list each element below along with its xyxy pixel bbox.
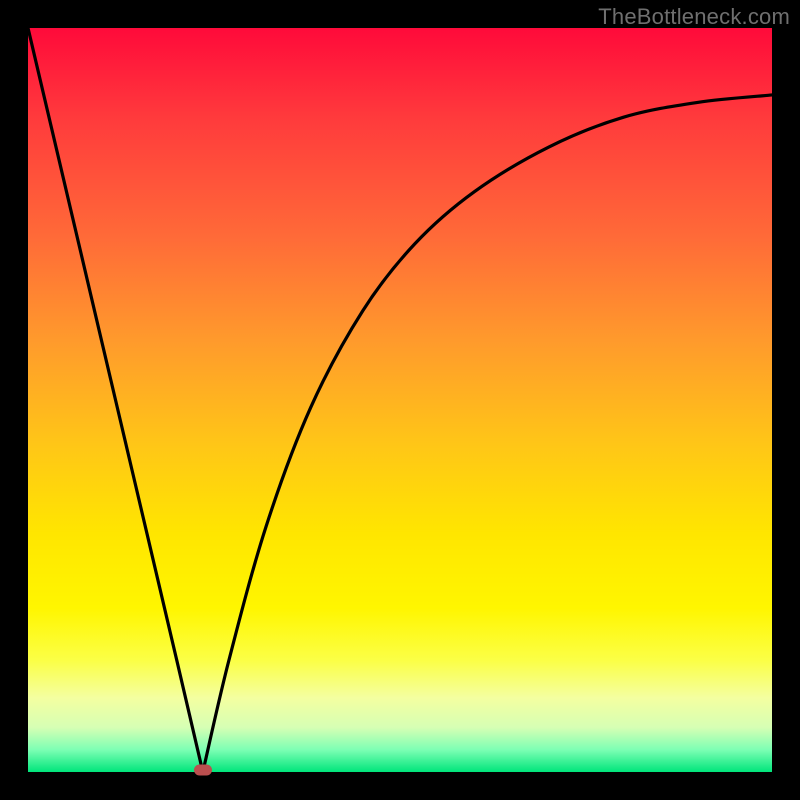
chart-frame: TheBottleneck.com: [0, 0, 800, 800]
bottleneck-curve: [28, 28, 772, 772]
optimal-point-marker: [194, 765, 212, 776]
watermark-text: TheBottleneck.com: [598, 4, 790, 30]
plot-area: [28, 28, 772, 772]
